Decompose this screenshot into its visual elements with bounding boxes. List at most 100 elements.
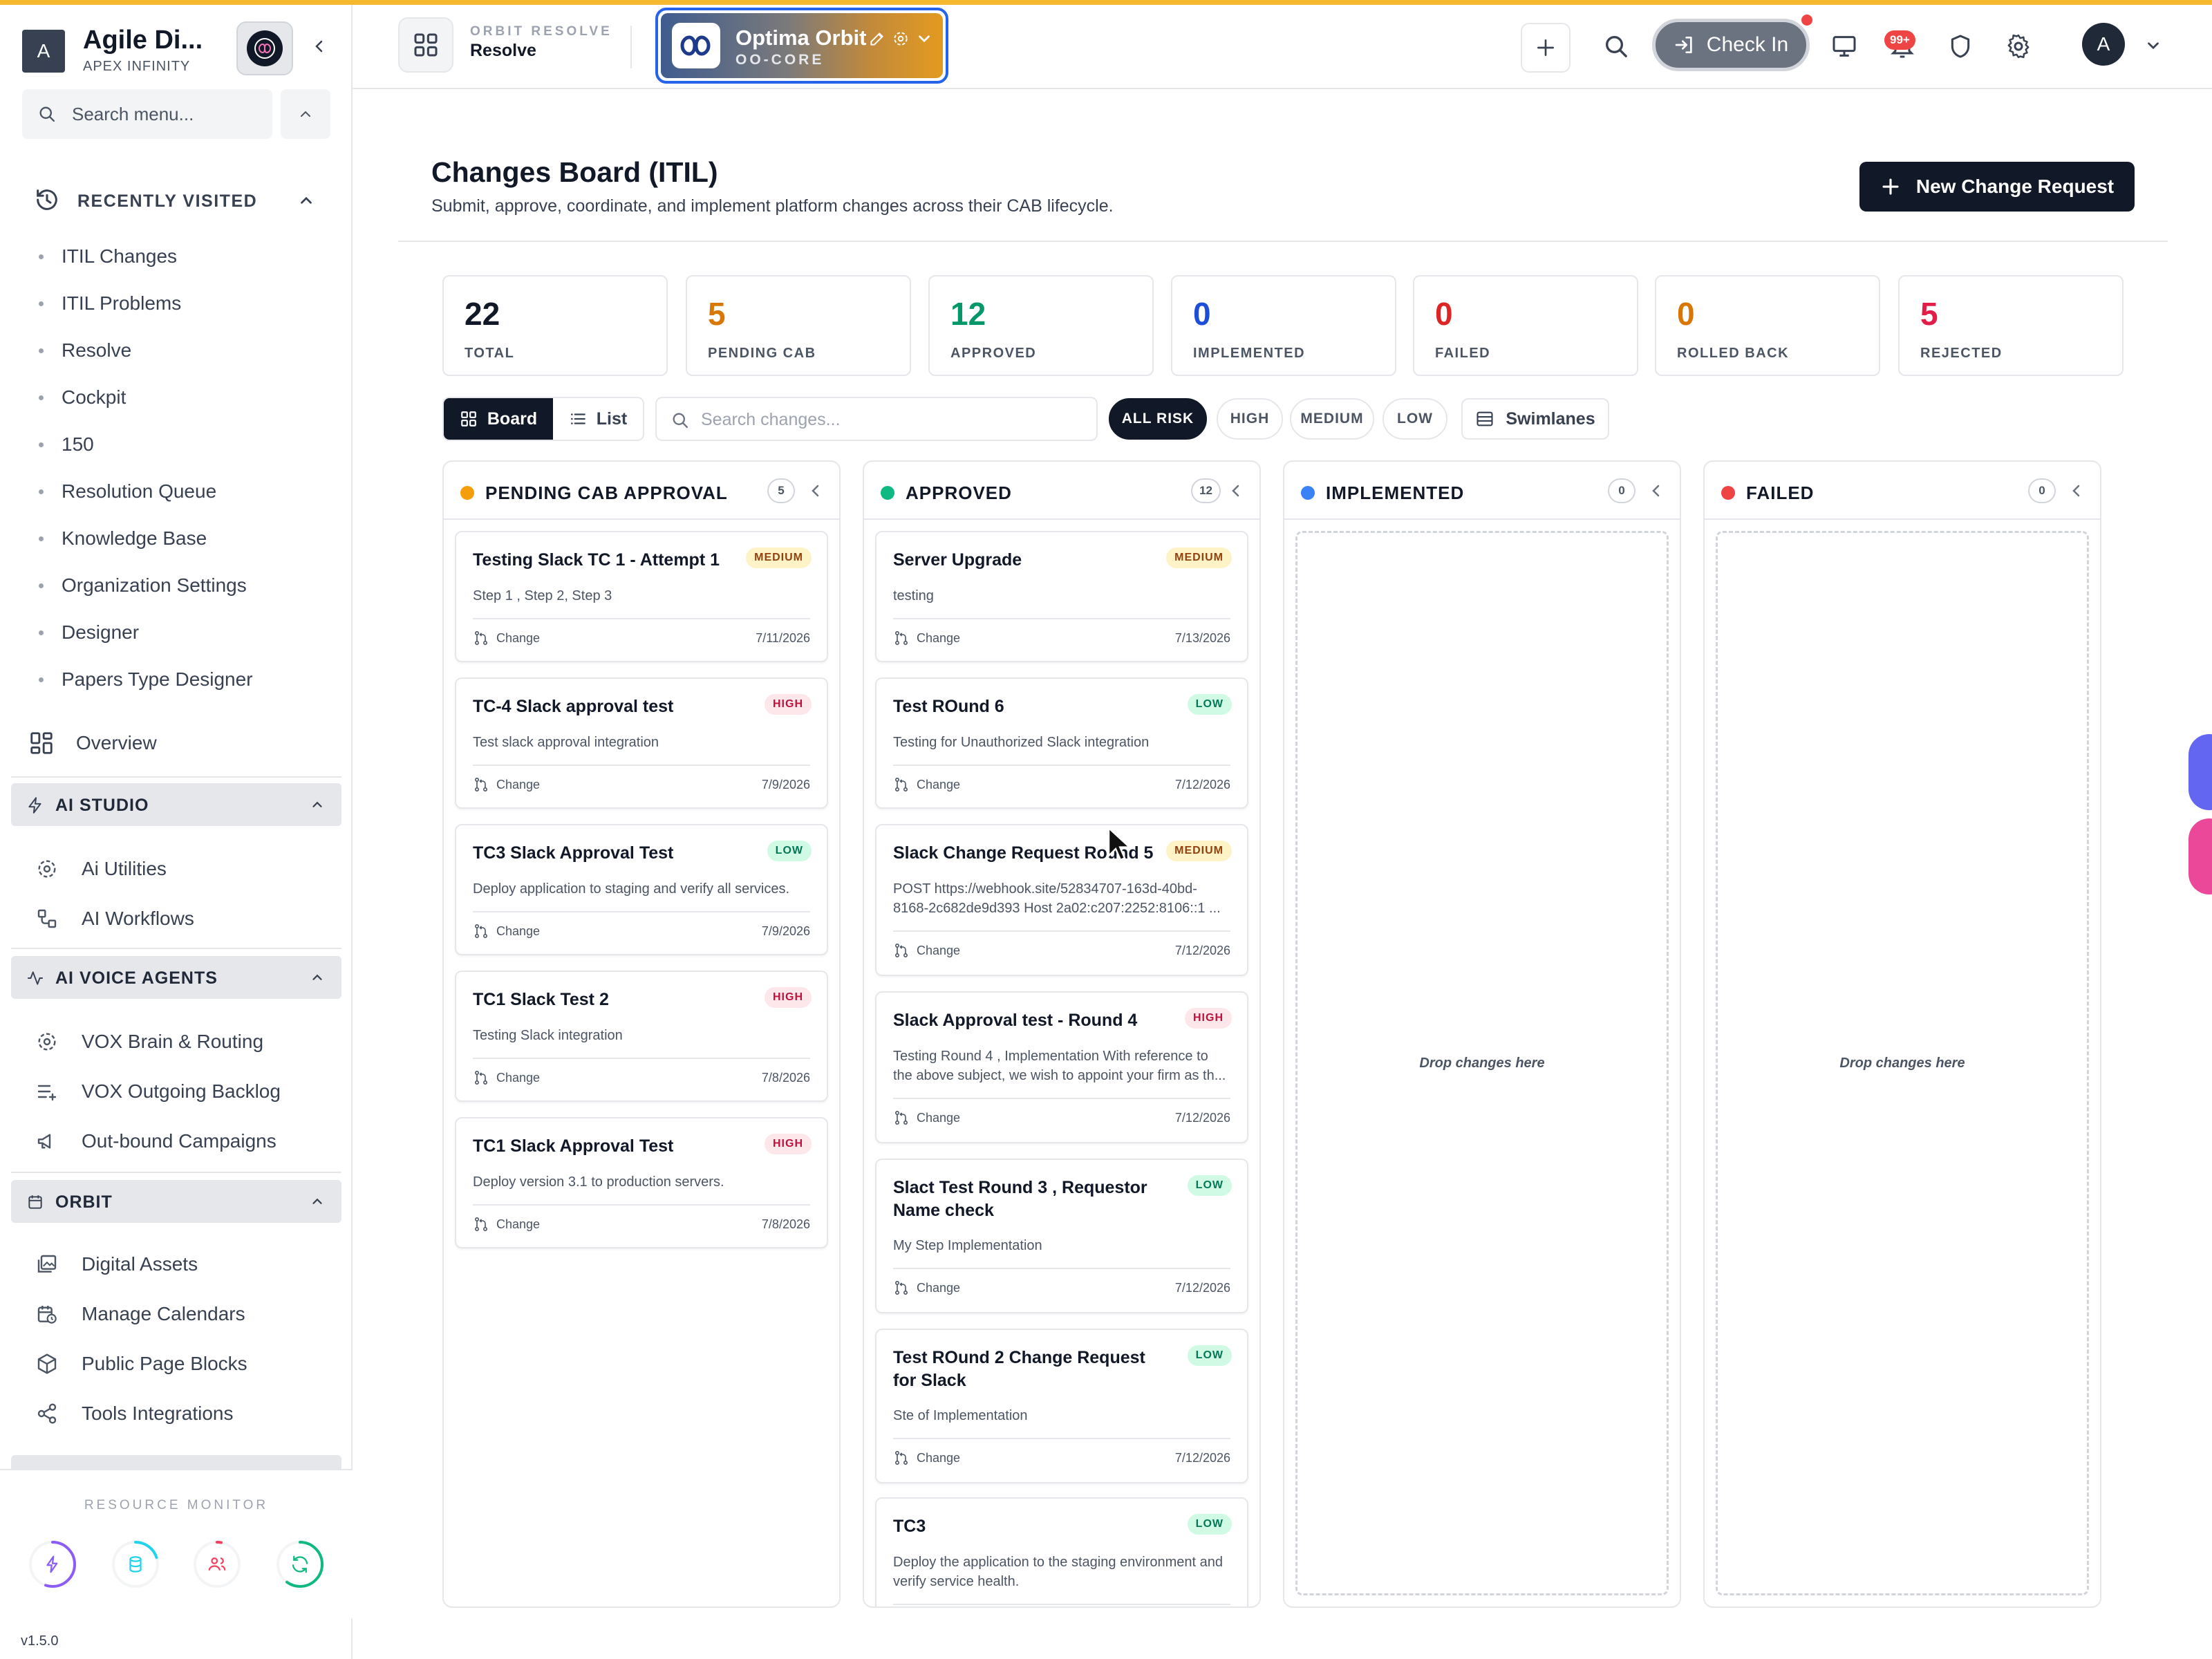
risk-filter-high[interactable]: HIGH xyxy=(1217,398,1283,440)
recent-item[interactable]: Cockpit xyxy=(39,374,329,421)
divider xyxy=(473,911,810,912)
divider xyxy=(473,765,810,766)
recent-item[interactable]: ITIL Problems xyxy=(39,280,329,327)
recent-item[interactable]: Designer xyxy=(39,609,329,656)
gear-icon[interactable] xyxy=(2005,32,2032,60)
list-view-button[interactable]: List xyxy=(553,398,643,440)
new-change-request-label: New Change Request xyxy=(1915,176,2115,197)
git-branch-icon xyxy=(894,1280,908,1295)
board-view-button[interactable]: Board xyxy=(444,398,553,440)
risk-filter-low[interactable]: LOW xyxy=(1382,398,1447,440)
stat-value: 0 xyxy=(1193,296,1211,332)
column-header: IMPLEMENTED 0 xyxy=(1284,462,1680,520)
recent-item[interactable]: 150 xyxy=(39,421,329,468)
change-card[interactable]: Testing Slack TC 1 - Attempt 1 MEDIUM Step… xyxy=(455,531,828,662)
group-ai-voice-agents[interactable]: AI VOICE AGENTS xyxy=(11,956,341,999)
nav-digital-assets[interactable]: Digital Assets xyxy=(33,1245,337,1284)
change-card[interactable]: TC1 Slack Test 2 HIGH Testing Slack integr… xyxy=(455,971,828,1102)
status-dot xyxy=(1801,15,1812,26)
workflow-icon xyxy=(33,905,61,932)
card-description: Ste of Implementation xyxy=(893,1408,1028,1423)
column-collapse-button[interactable] xyxy=(807,482,824,499)
column-status-dot xyxy=(460,486,474,500)
edit-icon[interactable] xyxy=(868,30,886,48)
column-collapse-button[interactable] xyxy=(1228,482,1244,499)
risk-filter-all[interactable]: ALL RISK xyxy=(1109,398,1207,440)
workspace-selector[interactable]: Optima Orbit OO-CORE xyxy=(655,8,948,84)
git-branch-icon xyxy=(474,1217,488,1231)
quick-add-button[interactable] xyxy=(1521,23,1571,73)
monitor-icon[interactable] xyxy=(1830,32,1858,60)
chevron-left-icon xyxy=(315,40,323,53)
git-branch-icon xyxy=(894,1110,908,1125)
change-card[interactable]: Slact Test Round 3 , Requestor Name chec… xyxy=(875,1159,1248,1313)
drop-zone[interactable]: Drop changes here xyxy=(1716,531,2089,1595)
group-header-partial[interactable] xyxy=(11,1455,341,1469)
recent-item[interactable]: Knowledge Base xyxy=(39,515,329,562)
change-card[interactable]: Test ROund 2 Change Request for Slack LOW… xyxy=(875,1329,1248,1483)
card-type: Change xyxy=(496,777,541,791)
change-card[interactable]: TC3 Slack Approval Test LOW Deploy applica… xyxy=(455,824,828,955)
module-title: Resolve xyxy=(470,41,536,60)
change-card[interactable]: Server Upgrade MEDIUM testing Change 7/13/20… xyxy=(875,531,1248,662)
chevron-up-icon xyxy=(312,1198,322,1204)
chevron-down-icon[interactable] xyxy=(915,30,933,48)
user-avatar[interactable]: A xyxy=(2082,23,2125,66)
module-switcher-button[interactable] xyxy=(398,17,453,73)
nav-tools-integrations[interactable]: Tools Integrations xyxy=(33,1394,337,1433)
images-icon xyxy=(33,1250,61,1278)
nav-ai-workflows[interactable]: AI Workflows xyxy=(33,899,337,938)
nav-overview[interactable]: Overview xyxy=(28,724,332,762)
change-search-input[interactable] xyxy=(701,408,1088,431)
group-ai-studio[interactable]: AI STUDIO xyxy=(11,783,341,826)
change-card[interactable]: Test ROund 6 LOW Testing for Unauthorized … xyxy=(875,677,1248,809)
sidebar-collapse-all-button[interactable] xyxy=(281,89,330,139)
stat-card: 5 REJECTED xyxy=(1898,275,2124,376)
recent-item[interactable]: ITIL Changes xyxy=(39,233,329,280)
change-search xyxy=(655,397,1098,441)
group-orbit[interactable]: ORBIT xyxy=(11,1180,341,1223)
git-branch-icon xyxy=(894,943,908,957)
swimlanes-button[interactable]: Swimlanes xyxy=(1461,398,1609,440)
sidebar-search xyxy=(22,89,272,139)
change-card[interactable]: TC1 Slack Approval Test HIGH Deploy versio… xyxy=(455,1117,828,1248)
check-in-button[interactable]: Check In xyxy=(1652,19,1810,71)
column-collapse-button[interactable] xyxy=(2068,482,2085,499)
sidebar-search-input[interactable] xyxy=(72,102,265,126)
search-icon[interactable] xyxy=(1602,32,1630,60)
recent-item[interactable]: Papers Type Designer xyxy=(39,656,329,703)
card-title: Test ROund 6 xyxy=(893,697,1004,716)
new-change-request-button[interactable]: New Change Request xyxy=(1859,162,2135,212)
nav-ai-utilities[interactable]: Ai Utilities xyxy=(33,850,337,888)
chevron-down-icon[interactable] xyxy=(2144,37,2162,55)
recent-item[interactable]: Resolve xyxy=(39,327,329,374)
change-card[interactable]: Slack Change Request Round 5 MEDIUM POST h… xyxy=(875,824,1248,976)
shield-icon[interactable] xyxy=(1947,32,1974,60)
change-card[interactable]: TC-4 Slack approval test HIGH Test slack a… xyxy=(455,677,828,809)
sidebar-collapse-button[interactable] xyxy=(306,32,333,60)
change-card[interactable]: TC3 LOW Deploy the application to the stag… xyxy=(875,1497,1248,1606)
recent-item[interactable]: Resolution Queue xyxy=(39,468,329,515)
nav-vox-outgoing-backlog[interactable]: VOX Outgoing Backlog xyxy=(33,1072,337,1111)
floating-assistant-button[interactable] xyxy=(2188,734,2212,810)
card-date: 7/13/2026 xyxy=(1174,630,1230,645)
change-card[interactable]: Slack Approval test - Round 4 HIGH Testing… xyxy=(875,991,1248,1143)
card-meta: Change 7/12/2026 xyxy=(893,1447,1230,1468)
drop-zone[interactable]: Drop changes here xyxy=(1295,531,1669,1595)
gear-icon[interactable] xyxy=(892,30,910,48)
column-title: FAILED xyxy=(1746,482,1815,503)
nav-vox-brain-routing[interactable]: VOX Brain & Routing xyxy=(33,1022,337,1061)
floating-feedback-button[interactable] xyxy=(2188,818,2212,894)
risk-filter-medium[interactable]: MEDIUM xyxy=(1290,398,1374,440)
column-collapse-button[interactable] xyxy=(1648,482,1665,499)
nav-ai-workflows-label: AI Workflows xyxy=(82,908,194,929)
nav-public-page-blocks[interactable]: Public Page Blocks xyxy=(33,1344,337,1383)
nav-manage-calendars[interactable]: Manage Calendars xyxy=(33,1295,337,1333)
recently-visited-header[interactable]: RECENTLY VISITED xyxy=(33,183,324,218)
column-status-dot xyxy=(881,486,894,500)
app-subtitle: APEX INFINITY xyxy=(83,59,191,74)
risk-badge: LOW xyxy=(1187,1345,1232,1366)
recent-item[interactable]: Organization Settings xyxy=(39,562,329,609)
nav-outbound-campaigns[interactable]: Out-bound Campaigns xyxy=(33,1122,337,1161)
orbit-switch-button[interactable] xyxy=(236,21,293,75)
